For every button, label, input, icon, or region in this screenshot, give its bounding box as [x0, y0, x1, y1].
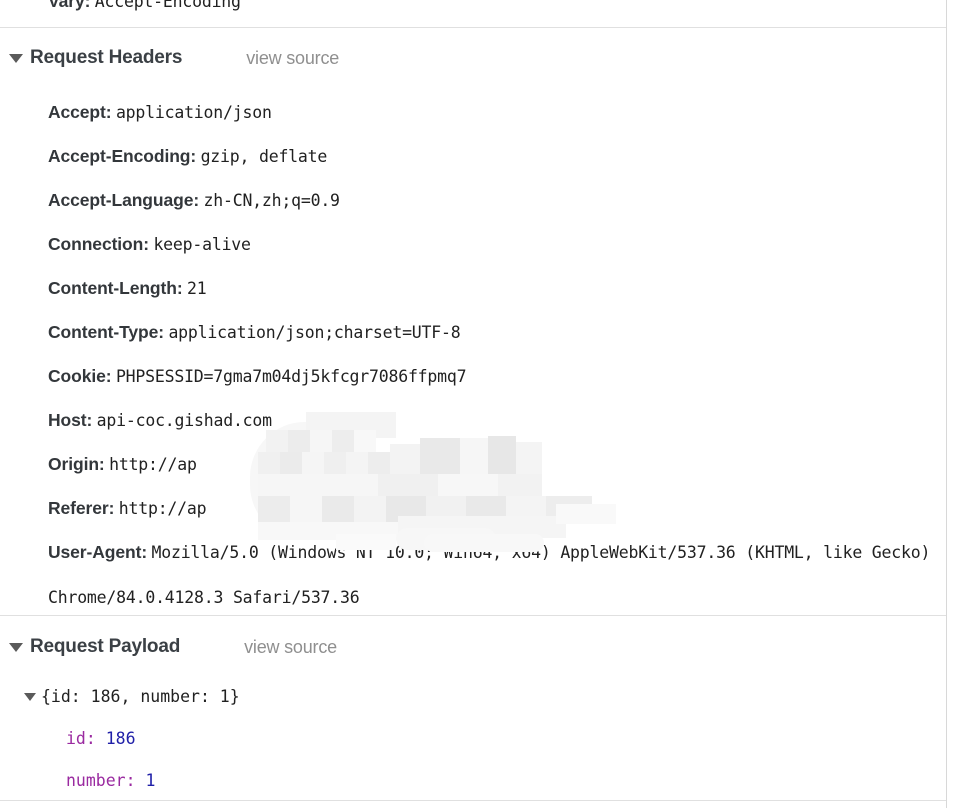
header-value: Mozilla/5.0 (Windows NT 10.0; Win64; x64… — [48, 543, 931, 607]
header-row: Content-Type: application/json;charset=U… — [0, 310, 946, 354]
header-row: Host: api-coc.gishad.com — [0, 398, 946, 442]
section-divider-payload — [0, 615, 946, 616]
header-row: Connection: keep-alive — [0, 222, 946, 266]
header-row: Cookie: PHPSESSID=7gma7m04dj5kfcgr7086ff… — [0, 354, 946, 398]
payload-entry[interactable]: number: 1 — [0, 760, 946, 802]
triangle-down-icon[interactable] — [9, 53, 23, 63]
header-value: api-coc.gishad.com — [96, 411, 272, 430]
header-name: Vary: — [48, 0, 91, 11]
header-name: Accept-Language: — [48, 190, 200, 210]
payload-separator: : — [85, 729, 106, 748]
header-name: User-Agent: — [48, 542, 148, 562]
header-name: Cookie: — [48, 366, 112, 386]
header-value: PHPSESSID=7gma7m04dj5kfcgr7086ffpmq7 — [115, 367, 467, 386]
header-name: Content-Type: — [48, 322, 164, 342]
header-value: Accept-Encoding — [94, 0, 241, 11]
header-name: Connection: — [48, 234, 149, 254]
payload-entry[interactable]: id: 186 — [0, 718, 946, 760]
payload-root-node[interactable]: {id: 186, number: 1} — [0, 676, 946, 718]
header-row: Content-Length: 21 — [0, 266, 946, 310]
payload-key: id — [66, 729, 86, 748]
header-value: application/json;charset=UTF-8 — [168, 323, 461, 342]
section-header-request-headers[interactable]: Request Headers view source — [0, 42, 339, 74]
header-name: Origin: — [48, 454, 105, 474]
triangle-down-icon[interactable] — [24, 693, 36, 701]
section-divider-top — [0, 27, 946, 28]
header-row: Accept: application/json — [0, 90, 946, 134]
view-source-link-request-headers[interactable]: view source — [246, 48, 339, 69]
header-row: Origin: http://ap — [0, 442, 946, 486]
payload-value: 1 — [145, 771, 156, 790]
header-row: Referer: http://ap — [0, 486, 946, 530]
header-name: Host: — [48, 410, 93, 430]
section-title: Request Headers — [30, 47, 183, 68]
header-name: Accept-Encoding: — [48, 146, 197, 166]
request-headers-list: Accept: application/json Accept-Encoding… — [0, 90, 946, 618]
payload-key: number — [66, 771, 126, 790]
header-row: Accept-Encoding: gzip, deflate — [0, 134, 946, 178]
header-value: keep-alive — [153, 235, 251, 254]
request-payload-tree: {id: 186, number: 1} id: 186 number: 1 — [0, 676, 946, 802]
header-value: 21 — [187, 279, 207, 298]
header-name: Content-Length: — [48, 278, 183, 298]
network-headers-panel: Vary: Accept-Encoding Request Headers vi… — [0, 0, 947, 808]
header-value: http://ap — [118, 499, 207, 518]
header-name: Accept: — [48, 102, 112, 122]
header-value: zh-CN,zh;q=0.9 — [203, 191, 340, 210]
triangle-down-icon[interactable] — [9, 642, 23, 652]
header-value: application/json — [115, 103, 272, 122]
payload-root-summary: {id: 186, number: 1} — [41, 687, 240, 706]
payload-separator: : — [125, 771, 146, 790]
section-header-request-payload[interactable]: Request Payload view source — [0, 631, 337, 663]
header-row: User-Agent: Mozilla/5.0 (Windows NT 10.0… — [0, 530, 946, 618]
header-name: Referer: — [48, 498, 115, 518]
header-row: Accept-Language: zh-CN,zh;q=0.9 — [0, 178, 946, 222]
header-value: http://ap — [109, 455, 197, 474]
header-row-vary: Vary: Accept-Encoding — [0, 0, 241, 16]
view-source-link-request-payload[interactable]: view source — [244, 637, 337, 658]
section-divider-bottom — [0, 800, 946, 801]
payload-value: 186 — [105, 729, 136, 748]
section-title: Request Payload — [30, 636, 181, 657]
header-value: gzip, deflate — [200, 147, 328, 166]
